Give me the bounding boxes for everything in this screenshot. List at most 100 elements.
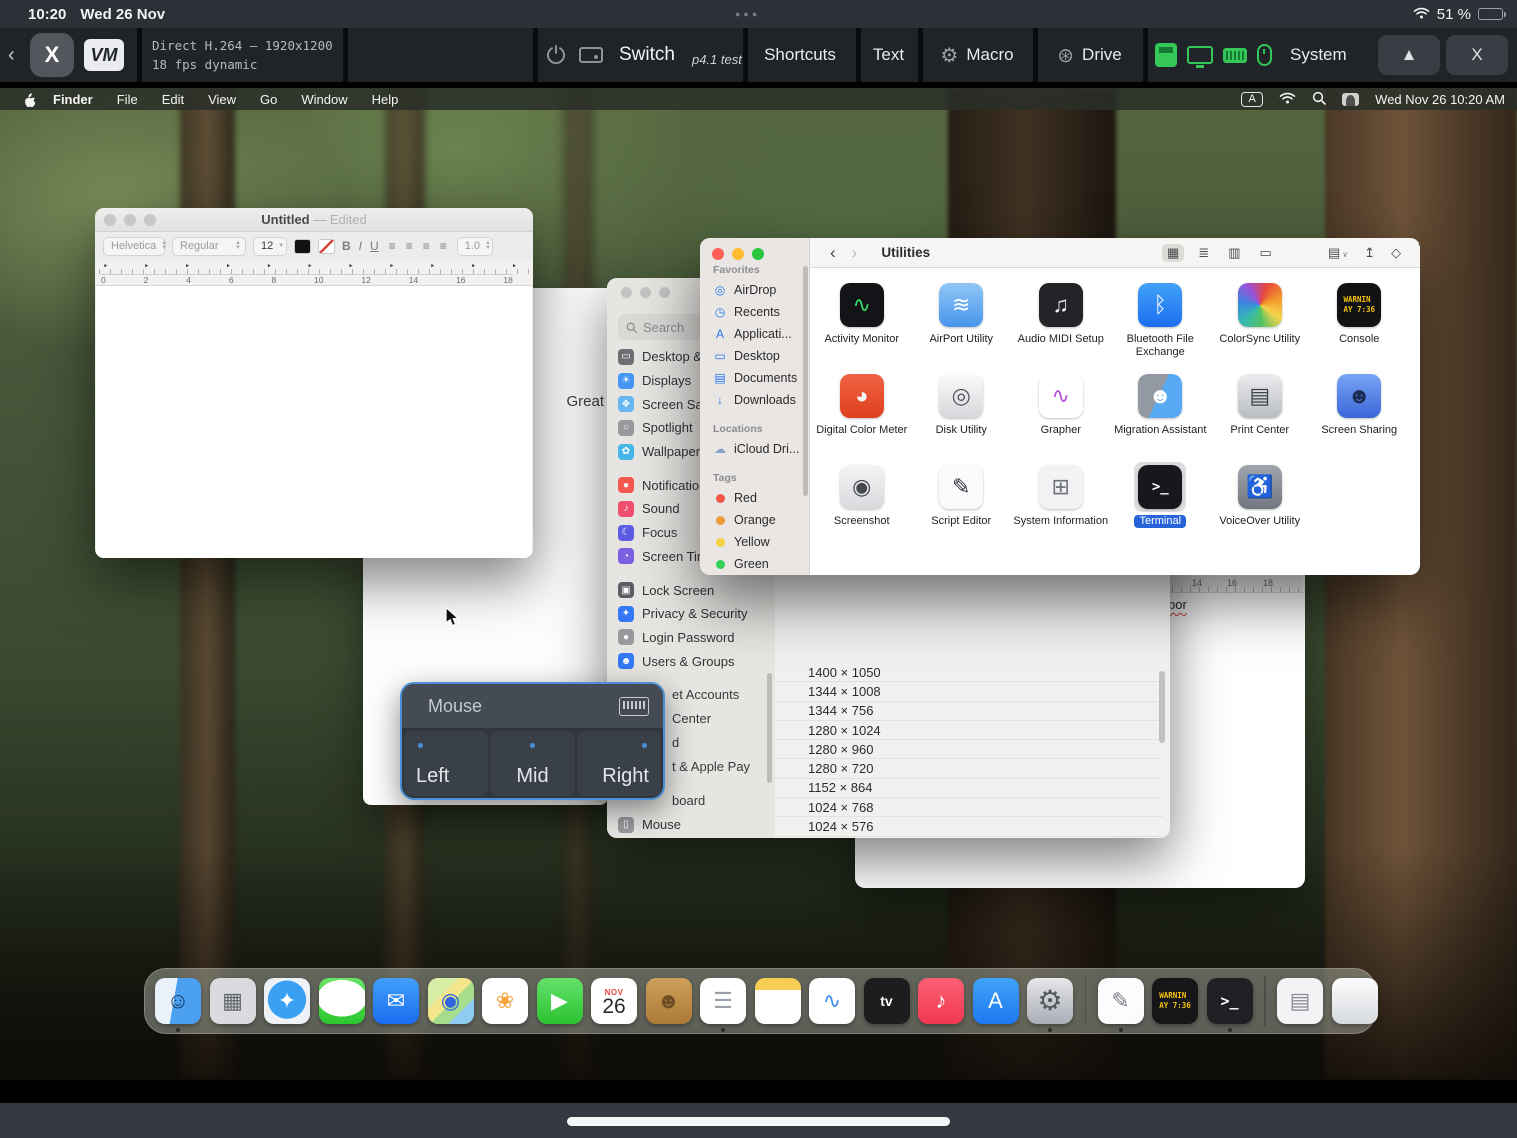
app-icon[interactable]: ∿	[1039, 374, 1083, 418]
app-icon[interactable]: ◎	[939, 374, 983, 418]
alignment-button[interactable]: ≡	[403, 239, 416, 253]
macos-desktop[interactable]: Finder FileEditViewGoWindowHelp A Wed No…	[0, 88, 1517, 1080]
text-button[interactable]: Text	[860, 28, 917, 82]
menu-clock[interactable]: Wed Nov 26 10:20 AM	[1375, 92, 1505, 107]
app-icon[interactable]: ☻	[1337, 374, 1381, 418]
minimize-window-icon[interactable]	[640, 287, 651, 298]
tag-item[interactable]: Green	[700, 553, 809, 575]
app-icon[interactable]: ▤	[1238, 374, 1282, 418]
shortcuts-button[interactable]: Shortcuts	[745, 28, 855, 82]
display-icon[interactable]	[1187, 46, 1213, 64]
ruler[interactable]: ‣‣‣‣‣‣‣‣‣‣‣ 024681012141618	[95, 260, 533, 286]
finder-app[interactable]: ∿ Grapher	[1011, 371, 1111, 462]
resolution-option[interactable]: 1024 × 576	[775, 817, 1163, 836]
dock-app-icon[interactable]	[319, 978, 365, 1024]
app-icon[interactable]: ♿	[1238, 465, 1282, 509]
freeform[interactable]: ∿	[809, 978, 855, 1024]
keyboard-icon[interactable]	[619, 697, 649, 716]
ethernet-icon[interactable]	[1155, 43, 1177, 67]
home-indicator[interactable]	[567, 1117, 950, 1126]
sidebar-item[interactable]: ☁ iCloud Dri...	[700, 438, 809, 460]
close-window-icon[interactable]	[621, 287, 632, 298]
power-icon[interactable]	[545, 44, 567, 66]
style-button[interactable]: U	[370, 239, 379, 253]
sidebar-item[interactable]: ↓ Downloads	[700, 389, 809, 411]
system-button[interactable]: System	[1290, 28, 1347, 82]
share-icon[interactable]: ↥	[1364, 245, 1375, 261]
terminal[interactable]: >_	[1207, 978, 1253, 1024]
maps[interactable]: ◉	[428, 978, 474, 1024]
finder-app[interactable]: ♿ VoiceOver Utility	[1210, 462, 1310, 553]
dock-app-icon[interactable]: ☻	[646, 978, 692, 1024]
minimize-window-icon[interactable]	[732, 248, 744, 260]
dock-app-icon[interactable]: ▦	[210, 978, 256, 1024]
window-controls[interactable]	[712, 248, 764, 260]
resolution-option[interactable]: 1344 × 1008	[775, 682, 1163, 701]
font-style-popup[interactable]: Regular▲▼	[172, 237, 246, 256]
tag-icon[interactable]: ◇	[1391, 245, 1401, 261]
resolution-option[interactable]: 1280 × 720	[775, 759, 1163, 778]
finder-window[interactable]: Favorites ◎ AirDrop ◷ Recents	[700, 238, 1420, 575]
textedit-window[interactable]: Untitled — Edited Helvetica▲▼ Regular▲▼ …	[95, 208, 533, 558]
input-source-badge[interactable]: A	[1241, 92, 1263, 107]
keyboard-icon[interactable]	[1223, 48, 1247, 63]
finder-app[interactable]: ◉ Screenshot	[812, 462, 912, 553]
console[interactable]: WARNIN AY 7:36	[1152, 978, 1198, 1024]
vm-logo[interactable]: VM	[84, 28, 124, 82]
dock-app-icon[interactable]: ✉	[373, 978, 419, 1024]
music[interactable]: ♪	[918, 978, 964, 1024]
finder[interactable]: ☺	[155, 978, 201, 1024]
dock-app-calendar[interactable]: NOV 26	[591, 978, 637, 1024]
finder-app[interactable]: ✎ Script Editor	[912, 462, 1012, 553]
minimize-window-icon[interactable]	[124, 214, 136, 226]
photos[interactable]: ❀	[482, 978, 528, 1024]
window-controls[interactable]	[621, 287, 670, 298]
mouse-button[interactable]: Mid	[490, 731, 574, 796]
resolution-option[interactable]: 960 × 540	[775, 837, 1163, 838]
zoom-window-icon[interactable]	[752, 248, 764, 260]
mouse-control-panel[interactable]: Mouse Left Mid	[400, 682, 665, 800]
finder-app[interactable]: ☻ Migration Assistant	[1111, 371, 1211, 462]
app-icon[interactable]: ✎	[939, 465, 983, 509]
forward-button[interactable]: ›	[852, 243, 858, 263]
system-settings[interactable]: ⚙	[1027, 978, 1073, 1024]
finder-app[interactable]: ᛒ Bluetooth File Exchange	[1111, 280, 1211, 371]
text-color-well[interactable]	[294, 239, 311, 254]
spotlight-search-icon[interactable]	[1312, 91, 1326, 108]
app-icon[interactable]: ♫	[1039, 283, 1083, 327]
dock-app-icon[interactable]: ☰	[700, 978, 746, 1024]
app-icon[interactable]: >_	[1138, 465, 1182, 509]
document[interactable]: ▤	[1277, 978, 1323, 1024]
tag-item[interactable]: Yellow	[700, 531, 809, 553]
dock-app-icon[interactable]: WARNIN AY 7:36	[1152, 978, 1198, 1024]
app-icon[interactable]: ◉	[840, 465, 884, 509]
menu-item[interactable]: Edit	[162, 92, 184, 107]
dock-app-icon[interactable]: ♪	[918, 978, 964, 1024]
sidebar-item[interactable]: ▭ Desktop	[700, 345, 809, 367]
close-window-icon[interactable]	[712, 248, 724, 260]
resolution-option[interactable]: 1400 × 1050	[775, 663, 1163, 682]
finder-app[interactable]: ◕ Digital Color Meter	[812, 371, 912, 462]
mail[interactable]: ✉	[373, 978, 419, 1024]
app-icon[interactable]: ᛒ	[1138, 283, 1182, 327]
drive-button[interactable]: ⊛ Drive	[1037, 28, 1142, 82]
app-icon[interactable]: ∿	[840, 283, 884, 327]
alignment-button[interactable]: ≡	[420, 239, 433, 253]
resolution-option[interactable]: 1152 × 864	[775, 779, 1163, 798]
app-icon[interactable]: ☻	[1138, 374, 1182, 418]
settings-nav-item[interactable]: ☻ Users & Groups	[611, 649, 773, 673]
sidebar-item[interactable]: A Applicati...	[700, 323, 809, 345]
dock-app-icon[interactable]: >_	[1207, 978, 1253, 1024]
app-icon[interactable]: ≋	[939, 283, 983, 327]
style-button[interactable]: B	[342, 239, 351, 253]
dock-item-icon[interactable]	[1332, 978, 1378, 1024]
reminders[interactable]: ☰	[700, 978, 746, 1024]
tag-item[interactable]: Red	[700, 487, 809, 509]
alignment-button[interactable]: ≡	[437, 239, 450, 253]
messages[interactable]	[319, 978, 365, 1024]
disconnect-button[interactable]: X	[30, 28, 74, 82]
trash[interactable]	[1332, 978, 1378, 1024]
sidebar-item[interactable]: ◷ Recents	[700, 301, 809, 323]
notes[interactable]	[755, 978, 801, 1024]
app-icon[interactable]: ◕	[840, 374, 884, 418]
